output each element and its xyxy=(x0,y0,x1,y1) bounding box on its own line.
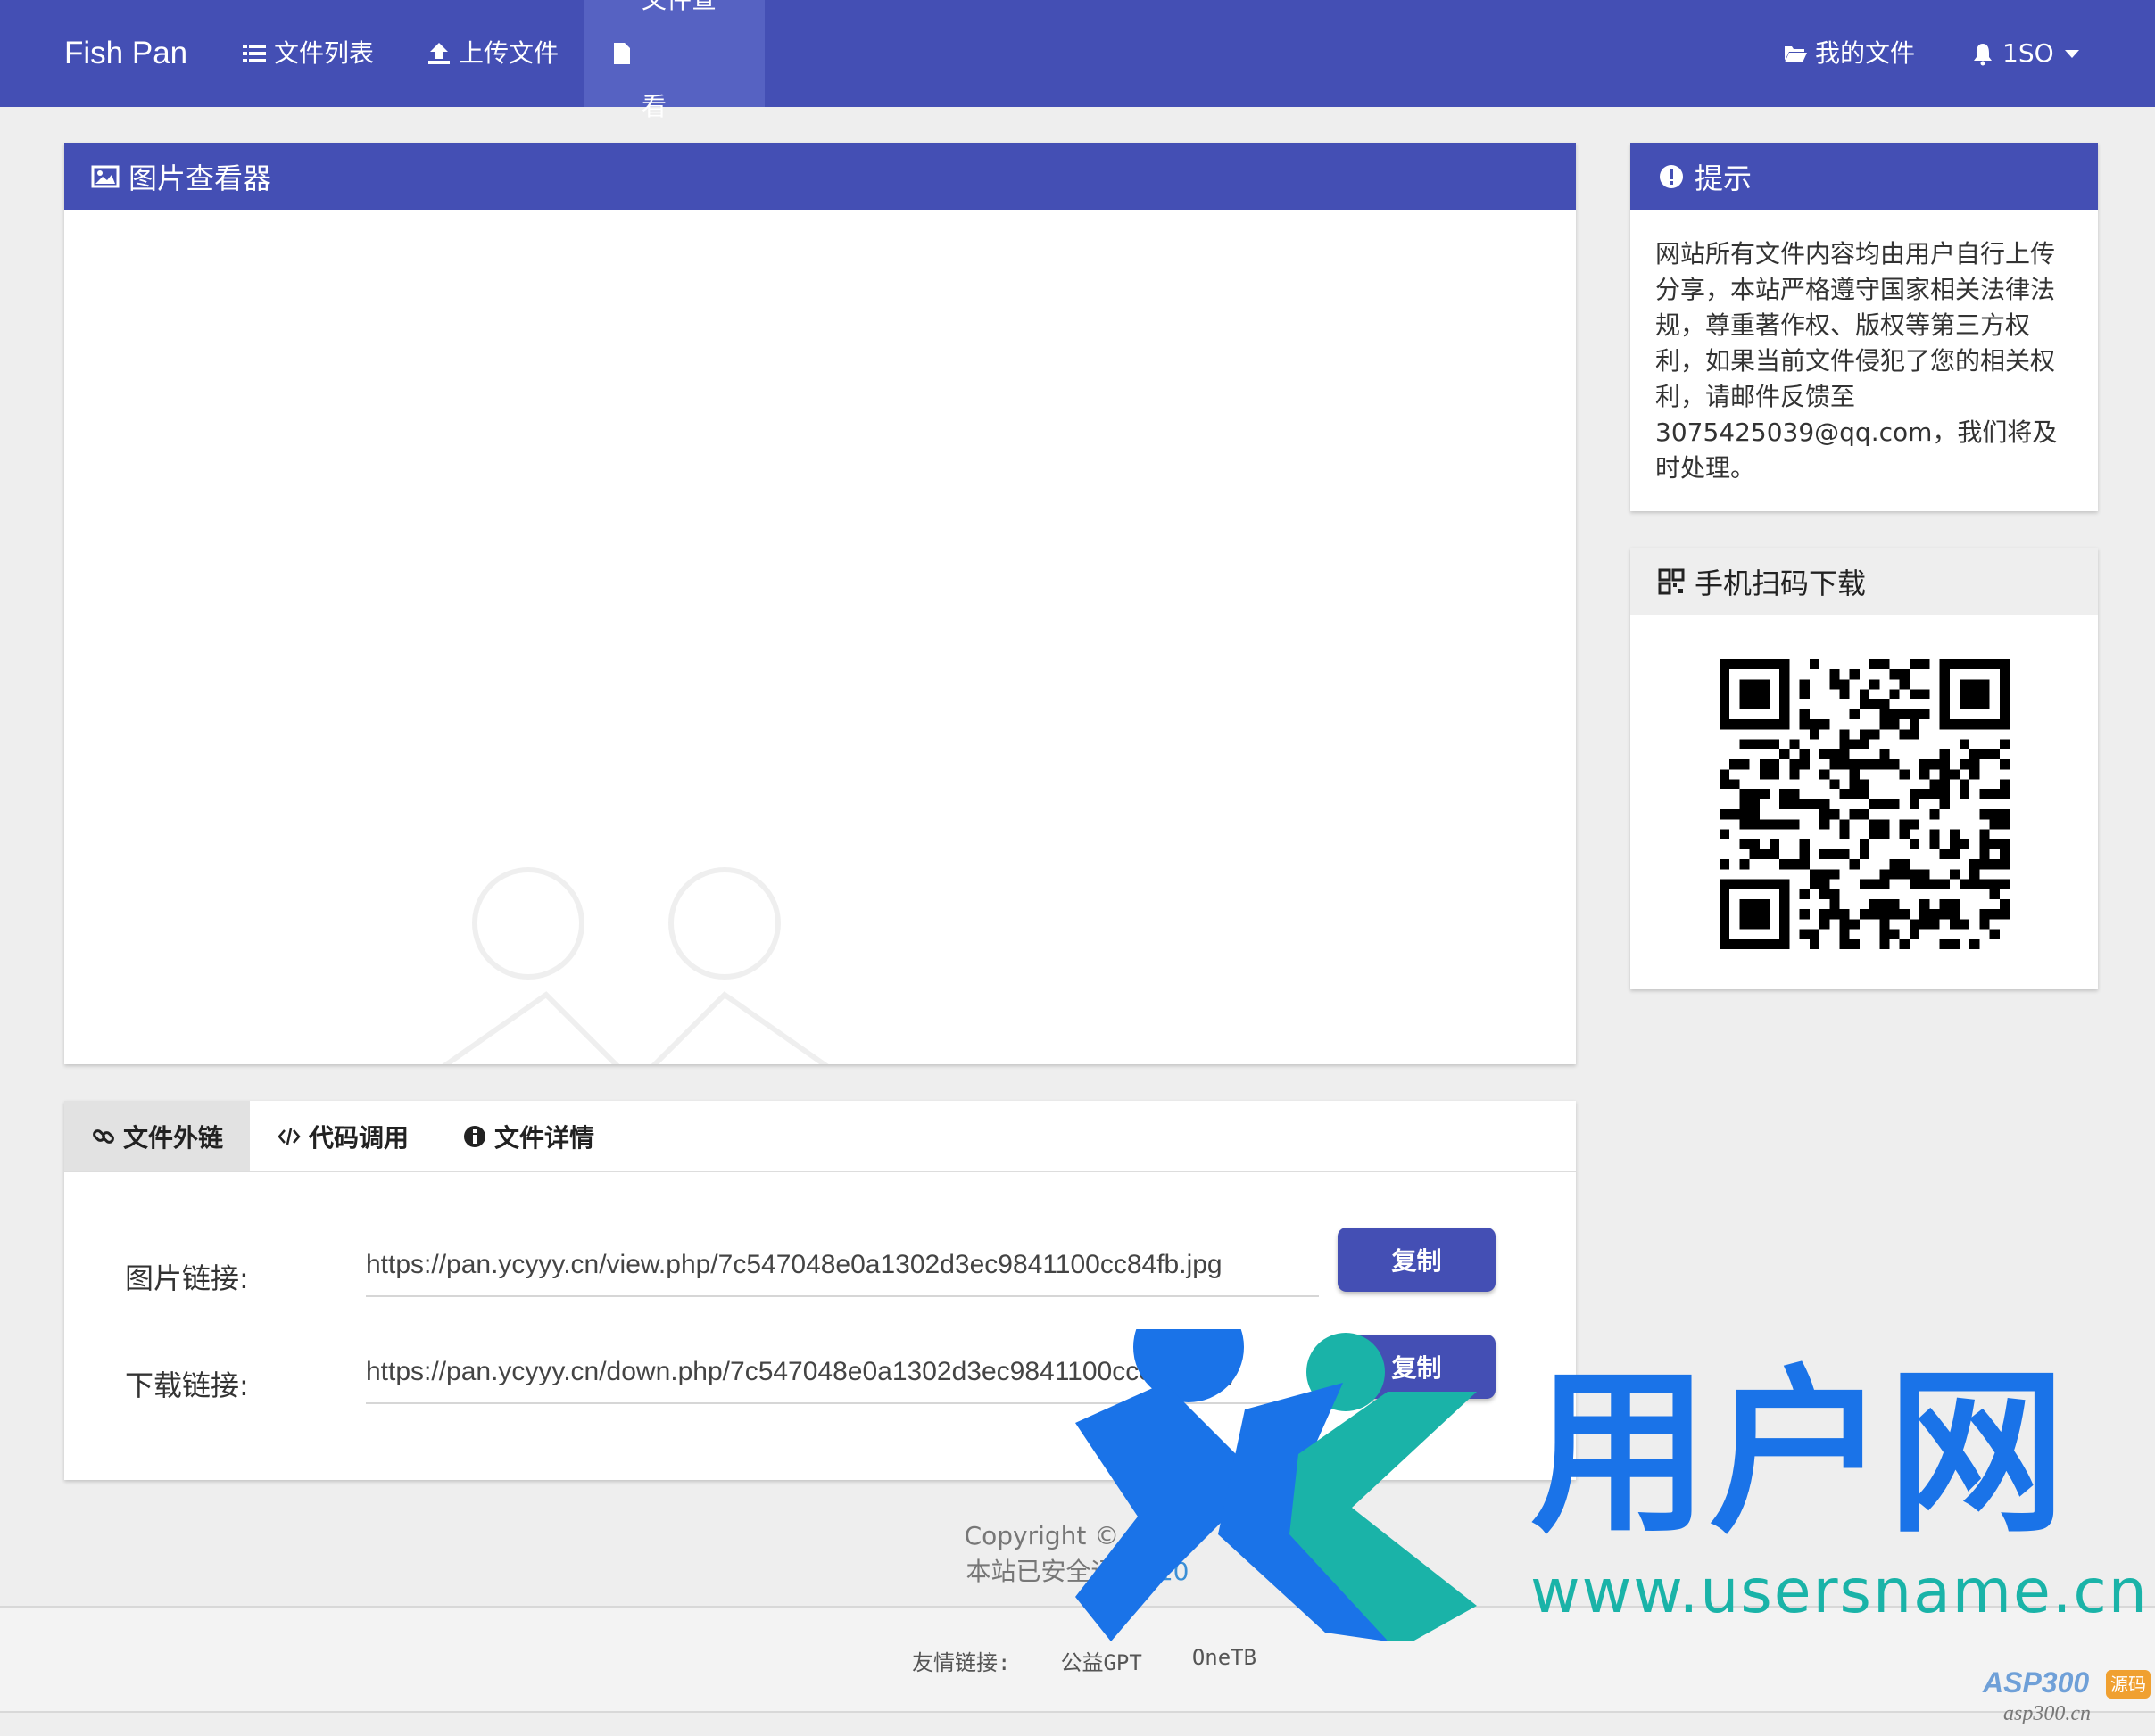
friend-link-gpt[interactable]: 公益GPT xyxy=(1060,1645,1141,1676)
qrcode-icon xyxy=(1658,568,1685,594)
asp300-tag: 源码 xyxy=(2106,1670,2151,1699)
nav-item-my-files[interactable]: 我的文件 xyxy=(1758,0,1940,107)
image-link-input[interactable] xyxy=(366,1235,1319,1297)
friend-links-label: 友情链接: xyxy=(912,1650,1011,1675)
navbar: Fish Pan 文件列表 上传文件 文件查看 我的文件 1SO xyxy=(0,0,2155,121)
download-link-label: 下载链接: xyxy=(125,1368,249,1402)
nav-item-label: 我的文件 xyxy=(1815,38,1916,68)
user-name: 1SO xyxy=(2002,38,2054,68)
watermark-title: 用户网 xyxy=(1530,1350,2067,1558)
copy-image-link-button[interactable]: 复制 xyxy=(1338,1228,1496,1292)
tab-label: 文件外链 xyxy=(123,1122,224,1153)
info-circle-icon xyxy=(464,1125,486,1147)
nav-item-label: 上传文件 xyxy=(459,38,559,68)
qrcode-header: 手机扫码下载 xyxy=(1630,548,2098,615)
brand-logo[interactable]: Fish Pan xyxy=(64,0,187,107)
tab-code-embed[interactable]: 代码调用 xyxy=(250,1101,435,1171)
folder-open-icon xyxy=(1785,46,1807,62)
qrcode-panel: 手机扫码下载 xyxy=(1630,548,2098,989)
upload-icon xyxy=(428,43,450,64)
bell-icon xyxy=(1974,44,1992,66)
image-display-area[interactable] xyxy=(64,210,1576,1064)
nav-item-label: 文件查看 xyxy=(642,0,717,121)
caret-down-icon xyxy=(2064,49,2079,58)
nav-item-file-view[interactable]: 文件查看 xyxy=(584,0,765,121)
download-qrcode xyxy=(1719,659,2010,949)
tab-label: 文件详情 xyxy=(494,1122,595,1153)
tab-label: 代码调用 xyxy=(309,1122,410,1153)
file-icon xyxy=(614,43,630,64)
code-icon xyxy=(278,1128,301,1145)
friend-links: 友情链接: 公益GPT OneTB xyxy=(912,1645,1256,1676)
image-link-label: 图片链接: xyxy=(125,1261,249,1295)
nav-item-label: 文件列表 xyxy=(274,38,375,68)
watermark-site: www.usersname.cn xyxy=(1530,1557,2149,1627)
nav-item-upload[interactable]: 上传文件 xyxy=(402,0,584,107)
notice-header: 提示 xyxy=(1630,143,2098,210)
friend-link-onetb[interactable]: OneTB xyxy=(1192,1645,1256,1676)
image-icon xyxy=(91,165,120,187)
tab-file-link[interactable]: 文件外链 xyxy=(64,1101,251,1171)
asp300-mark: ASP300 xyxy=(1983,1666,2090,1699)
image-link-row: 图片链接: 复制 xyxy=(64,1228,1576,1306)
notice-panel: 提示 网站所有文件内容均由用户自行上传分享，本站严格遵守国家相关法律法规，尊重著… xyxy=(1630,143,2098,511)
image-viewer-panel: 图片查看器 xyxy=(64,143,1576,1064)
exclamation-circle-icon xyxy=(1660,164,1683,188)
panel-title: 手机扫码下载 xyxy=(1695,566,1867,600)
user-menu-dropdown[interactable]: 1SO xyxy=(1945,0,2104,107)
qrcode-container xyxy=(1630,615,2098,949)
tab-bar: 文件外链 代码调用 文件详情 xyxy=(64,1101,1576,1172)
image-viewer-header: 图片查看器 xyxy=(64,143,1576,210)
asp300-url: asp300.cn xyxy=(2003,1702,2091,1725)
panel-title: 图片查看器 xyxy=(128,161,272,195)
nav-item-file-list[interactable]: 文件列表 xyxy=(217,0,399,107)
watermark-ghost-logo xyxy=(442,867,829,1064)
notice-text: 网站所有文件内容均由用户自行上传分享，本站严格遵守国家相关法律法规，尊重著作权、… xyxy=(1655,239,2058,483)
panel-title: 提示 xyxy=(1695,161,1753,195)
tab-file-details[interactable]: 文件详情 xyxy=(435,1101,621,1171)
list-icon xyxy=(243,45,266,62)
link-icon xyxy=(93,1128,114,1144)
